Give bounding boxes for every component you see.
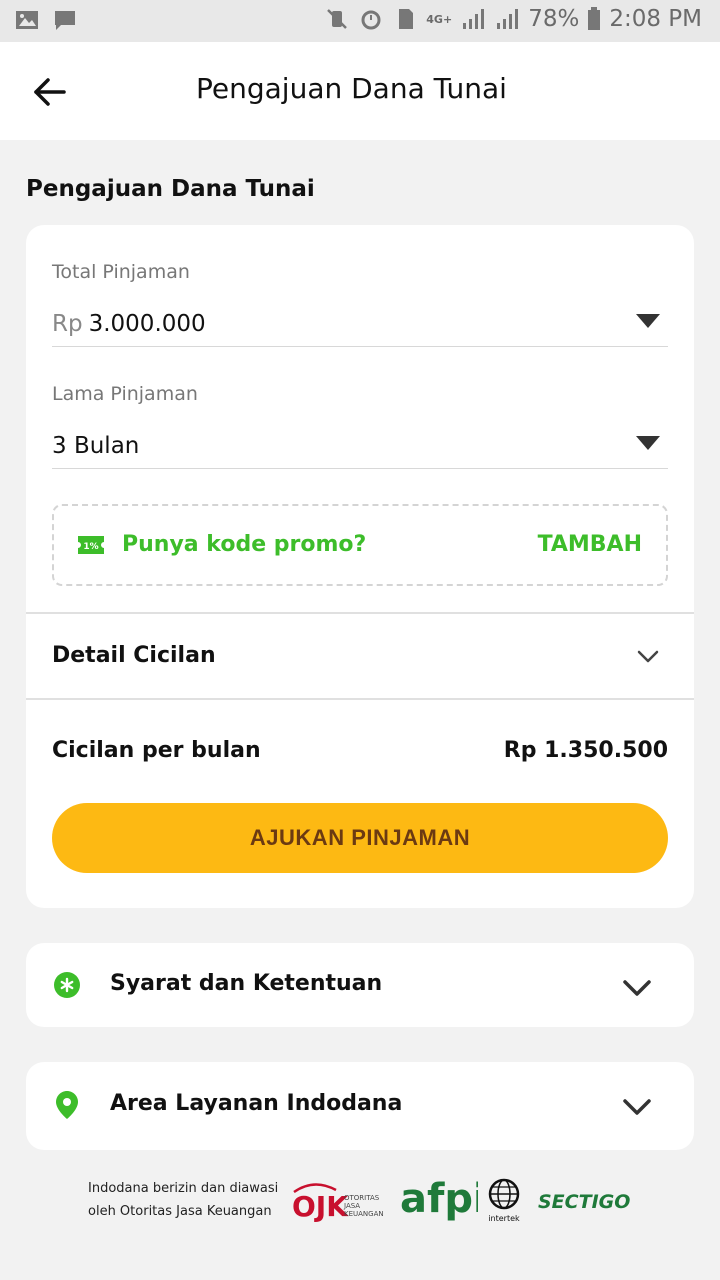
afpi-wordmark: afpi: [400, 1176, 478, 1222]
battery-icon: [588, 7, 601, 30]
submit-loan-button[interactable]: AJUKAN PINJAMAN: [52, 803, 668, 873]
regulation-line-2: oleh Otoritas Jasa Keuangan: [88, 1204, 272, 1219]
app-bar: Pengajuan Dana Tunai: [0, 42, 720, 140]
currency-prefix: Rp: [52, 311, 83, 337]
regulation-line-1: Indodana berizin dan diawasi: [88, 1181, 279, 1196]
gallery-notification-icon: [16, 11, 38, 29]
installment-value: Rp 1.350.500: [503, 738, 668, 763]
ojk-caption-2: JASA: [343, 1202, 360, 1210]
promo-code-box[interactable]: 1% Punya kode promo? TAMBAH: [52, 504, 668, 586]
svg-text:1%: 1%: [83, 542, 98, 552]
alarm-icon: [361, 10, 381, 30]
loan-form-card: Total Pinjaman Rp 3.000.000 Lama Pinjaman…: [26, 225, 694, 908]
divider: [26, 698, 694, 700]
coupon-icon: 1%: [78, 536, 104, 554]
terms-accordion[interactable]: Syarat dan Ketentuan: [26, 943, 694, 1027]
add-promo-button[interactable]: TAMBAH: [538, 532, 642, 557]
amount-value: 3.000.000: [88, 311, 206, 337]
signal-2-icon: [497, 9, 519, 29]
signal-1-icon: [463, 9, 485, 29]
message-notification-icon: [55, 11, 75, 30]
divider: [26, 612, 694, 614]
promo-prompt: Punya kode promo?: [122, 532, 367, 557]
service-area-label: Area Layanan Indodana: [110, 1091, 403, 1116]
clock: 2:08 PM: [609, 6, 702, 32]
installment-label: Cicilan per bulan: [52, 738, 261, 763]
ojk-wordmark: OJK: [292, 1190, 349, 1222]
sectigo-wordmark: SECTIGO: [538, 1191, 630, 1213]
chevron-down-icon[interactable]: [622, 1097, 652, 1117]
back-arrow-icon[interactable]: [30, 72, 70, 112]
service-area-accordion[interactable]: Area Layanan Indodana: [26, 1062, 694, 1150]
intertek-logo: intertek: [488, 1178, 520, 1223]
amount-dropdown[interactable]: Rp 3.000.000: [52, 311, 206, 337]
field-underline: [52, 468, 668, 469]
ojk-caption-1: OTORITAS: [344, 1194, 380, 1202]
status-bar: 4G+ 78% 2:08 PM: [0, 0, 720, 42]
field-underline: [52, 346, 668, 347]
location-pin-icon: [56, 1091, 78, 1119]
detail-cicilan-toggle[interactable]: Detail Cicilan: [52, 643, 216, 668]
dropdown-arrow-icon[interactable]: [636, 314, 660, 328]
terms-label: Syarat dan Ketentuan: [110, 971, 383, 996]
amount-label: Total Pinjaman: [52, 261, 190, 283]
dropdown-arrow-icon[interactable]: [636, 436, 660, 450]
regulation-note: Indodana berizin dan diawasi oleh Otorit…: [88, 1177, 278, 1223]
chevron-down-icon[interactable]: [636, 649, 660, 665]
intertek-wordmark: intertek: [488, 1214, 520, 1223]
chevron-down-icon[interactable]: [622, 978, 652, 998]
duration-dropdown[interactable]: 3 Bulan: [52, 433, 139, 459]
sectigo-logo: SECTIGO: [538, 1191, 630, 1213]
ojk-caption-3: KEUANGAN: [344, 1210, 384, 1218]
battery-percent: 78%: [528, 6, 580, 32]
duration-label: Lama Pinjaman: [52, 383, 198, 405]
ojk-logo: OJK OTORITAS JASA KEUANGAN: [292, 1183, 384, 1222]
page-title: Pengajuan Dana Tunai: [196, 72, 507, 105]
asterisk-circle-icon: [54, 972, 80, 998]
section-title: Pengajuan Dana Tunai: [26, 176, 315, 202]
afpi-logo: afpi: [400, 1176, 478, 1222]
network-type: 4G+: [426, 12, 453, 26]
vibrate-mute-icon: [327, 9, 348, 29]
sim-icon: [399, 9, 414, 29]
submit-loan-label: AJUKAN PINJAMAN: [249, 825, 471, 850]
